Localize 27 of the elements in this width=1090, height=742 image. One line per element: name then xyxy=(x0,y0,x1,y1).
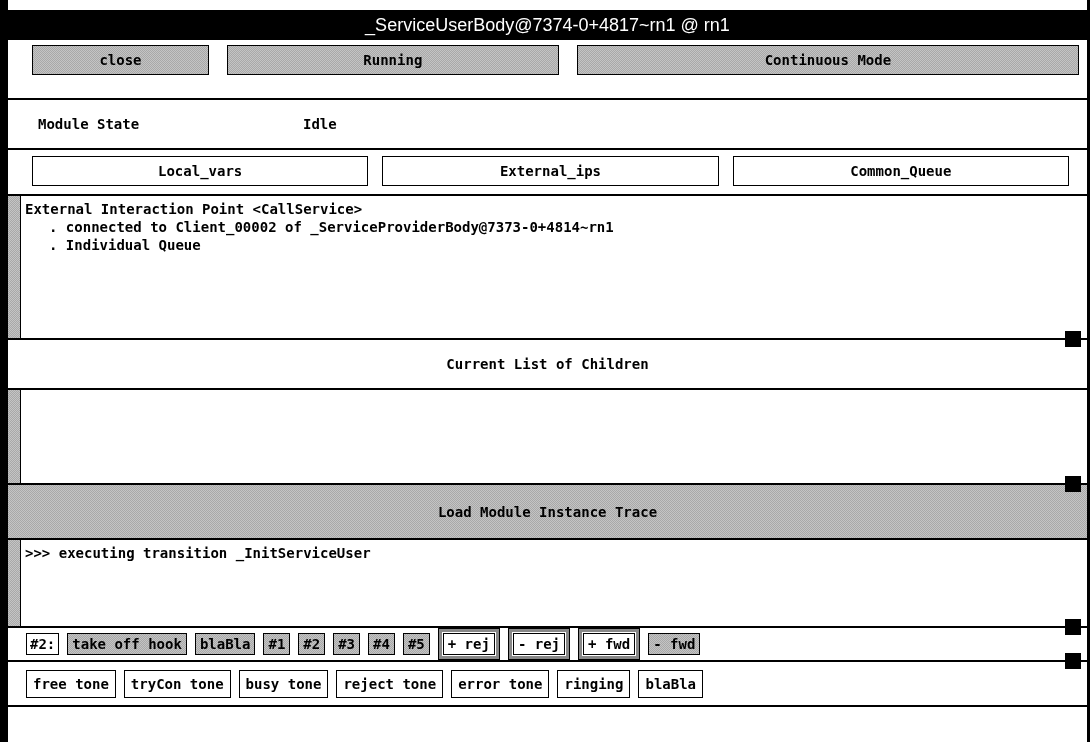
tone-button[interactable]: reject tone xyxy=(336,669,444,698)
scrollbar[interactable] xyxy=(8,540,21,626)
view-button[interactable]: Local_vars xyxy=(32,156,369,186)
state-value: Idle xyxy=(303,116,337,132)
section-title: Current List of Children xyxy=(446,356,649,372)
tone-button[interactable]: tryCon tone xyxy=(123,669,231,698)
sash-handle[interactable] xyxy=(1065,476,1081,492)
tone-button[interactable]: busy tone xyxy=(238,669,329,698)
tone-button[interactable]: error tone xyxy=(451,669,550,698)
sash-handle[interactable] xyxy=(1065,619,1081,635)
scrollbar[interactable] xyxy=(8,390,21,483)
tone-button[interactable]: blaBla xyxy=(638,669,704,698)
slot-label: #2: xyxy=(26,633,60,655)
tone-button[interactable]: free tone xyxy=(26,669,116,698)
scrollbar[interactable] xyxy=(8,196,21,338)
view-button[interactable]: External_ips xyxy=(382,156,719,186)
state-label: Module State xyxy=(38,116,141,132)
info-line: External Interaction Point <CallService> xyxy=(25,200,364,218)
section-title: Load Module Instance Trace xyxy=(437,503,658,520)
window-title: _ServiceUserBody@7374-0+4817~rn1 @ rn1 xyxy=(8,10,1087,40)
info-line: . connected to Client_00002 of _ServiceProviderBody@7373-0+4814~rn1 xyxy=(48,218,614,236)
tone-button[interactable]: ringing xyxy=(557,669,631,698)
info-line: . Individual Queue xyxy=(48,236,202,254)
sash-handle[interactable] xyxy=(1065,331,1081,347)
sash-handle[interactable] xyxy=(1065,653,1081,669)
trace-line: >>> executing transition _InitServiceUser xyxy=(25,544,371,562)
view-button[interactable]: Common_Queue xyxy=(732,156,1069,186)
